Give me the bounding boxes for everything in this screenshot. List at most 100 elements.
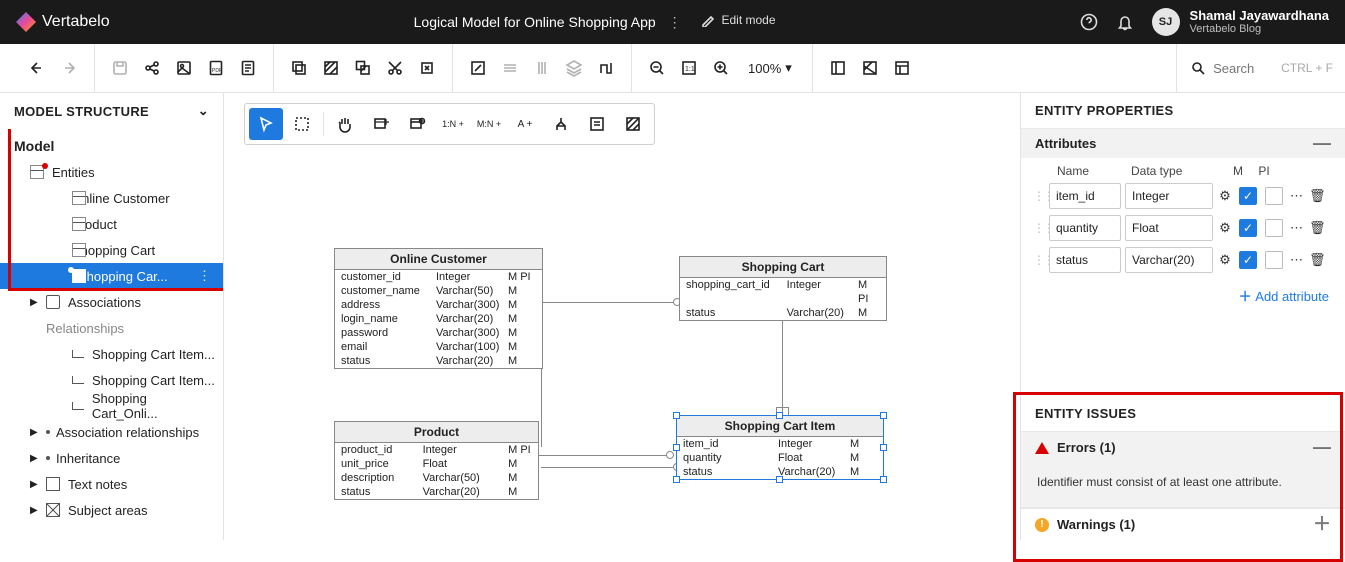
share-button[interactable] (141, 57, 163, 79)
drag-handle-icon[interactable]: ⋮⋮ (1033, 256, 1045, 264)
pi-checkbox[interactable] (1265, 187, 1283, 205)
gear-icon[interactable]: ⚙ (1217, 188, 1233, 204)
zoom-reset-button[interactable]: 1:1 (678, 57, 700, 79)
undo-button[interactable] (26, 57, 48, 79)
selection-handle[interactable] (880, 444, 887, 451)
zoom-out-button[interactable] (646, 57, 668, 79)
user-menu[interactable]: SJ Shamal Jayawardhana Vertabelo Blog (1152, 8, 1329, 37)
selection-handle[interactable] (673, 444, 680, 451)
align-h-button[interactable] (499, 57, 521, 79)
collapse-icon[interactable]: — (1313, 143, 1331, 145)
tree-subjectareas[interactable]: ▶ Subject areas (0, 497, 223, 523)
attributes-header[interactable]: Attributes — (1021, 129, 1345, 158)
selection-handle[interactable] (673, 412, 680, 419)
panel-left-button[interactable] (827, 57, 849, 79)
more-icon[interactable]: ⋯ (1289, 220, 1305, 236)
area-tool[interactable] (616, 108, 650, 140)
bell-icon[interactable] (1116, 13, 1134, 31)
pan-tool[interactable] (328, 108, 362, 140)
tree-assoc-rel[interactable]: ▶ Association relationships (0, 419, 223, 445)
tree-textnotes[interactable]: ▶ Text notes (0, 471, 223, 497)
search-box[interactable]: CTRL + F (1176, 44, 1333, 92)
hatch2-button[interactable] (352, 57, 374, 79)
tree-entity-shopping-cart-item[interactable]: Shopping Car... ⋮ (0, 263, 223, 289)
attr-name-input[interactable]: status (1049, 247, 1121, 273)
entity-shopping-cart[interactable]: Shopping Cart shopping_cart_idIntegerM P… (679, 256, 887, 321)
trash-icon[interactable]: 🗑 (1309, 220, 1325, 236)
help-icon[interactable] (1080, 13, 1098, 31)
mandatory-checkbox[interactable]: ✓ (1239, 251, 1257, 269)
tree-relationship[interactable]: Shopping Cart Item... (0, 367, 223, 393)
layers-button[interactable] (563, 57, 585, 79)
add-attribute[interactable]: ＋ Add attribute (1021, 276, 1345, 319)
zoom-in-button[interactable] (710, 57, 732, 79)
tree-associations[interactable]: ▶ Associations (0, 289, 223, 315)
tree-entity-online-customer[interactable]: Online Customer (0, 185, 223, 211)
hatch1-button[interactable] (320, 57, 342, 79)
gear-icon[interactable]: ⚙ (1217, 220, 1233, 236)
save-button[interactable] (109, 57, 131, 79)
image-export-button[interactable] (173, 57, 195, 79)
panel-right-button[interactable] (891, 57, 913, 79)
panel-mid-button[interactable] (859, 57, 881, 79)
attr-type-input[interactable]: Varchar(20) (1125, 247, 1213, 273)
pi-checkbox[interactable] (1265, 219, 1283, 237)
attr-name-input[interactable]: item_id (1049, 183, 1121, 209)
errors-row[interactable]: Errors (1) — (1021, 431, 1345, 463)
redo-button[interactable] (58, 57, 80, 79)
tree-relationships[interactable]: Relationships (0, 315, 223, 341)
add-entity-alt-tool[interactable] (400, 108, 434, 140)
tree-root[interactable]: Model (0, 133, 223, 159)
copy-button[interactable] (288, 57, 310, 79)
one-n-tool[interactable]: 1:N + (436, 108, 470, 140)
logo[interactable]: Vertabelo (16, 12, 110, 32)
zoom-value[interactable]: 100%▾ (742, 60, 798, 76)
sidebar-header[interactable]: MODEL STRUCTURE ⌄ (0, 93, 223, 129)
drag-handle-icon[interactable]: ⋮⋮ (1033, 192, 1045, 200)
collapse-icon[interactable]: — (1313, 447, 1331, 449)
item-menu-icon[interactable]: ⋮ (194, 268, 215, 284)
pdf-export-button[interactable]: PDF (205, 57, 227, 79)
attr-type-input[interactable]: Integer (1125, 183, 1213, 209)
tree-entities[interactable]: ▼ Entities (0, 159, 223, 185)
cut-button[interactable] (384, 57, 406, 79)
entity-shopping-cart-item[interactable]: Shopping Cart Item item_idIntegerMquanti… (676, 415, 884, 480)
trash-icon[interactable]: 🗑 (1309, 252, 1325, 268)
selection-handle[interactable] (673, 476, 680, 483)
canvas[interactable]: 1:N + M:N + A + Online Customer customer… (224, 93, 1020, 540)
delete-button[interactable] (416, 57, 438, 79)
entity-product[interactable]: Product product_idIntegerM PIunit_priceF… (334, 421, 539, 500)
trash-icon[interactable]: 🗑 (1309, 188, 1325, 204)
note-tool[interactable] (580, 108, 614, 140)
search-input[interactable] (1213, 61, 1273, 76)
mandatory-checkbox[interactable]: ✓ (1239, 219, 1257, 237)
fit-button[interactable] (467, 57, 489, 79)
warnings-row[interactable]: ! Warnings (1) ＋ (1021, 508, 1345, 540)
attr-name-input[interactable]: quantity (1049, 215, 1121, 241)
mandatory-checkbox[interactable]: ✓ (1239, 187, 1257, 205)
text-export-button[interactable] (237, 57, 259, 79)
m-n-tool[interactable]: M:N + (472, 108, 506, 140)
attr-type-input[interactable]: Float (1125, 215, 1213, 241)
more-icon[interactable]: ⋯ (1289, 252, 1305, 268)
add-entity-tool[interactable] (364, 108, 398, 140)
document-menu-icon[interactable]: ⋮ (660, 14, 690, 31)
marquee-tool[interactable] (285, 108, 319, 140)
route-button[interactable] (595, 57, 617, 79)
align-v-button[interactable] (531, 57, 553, 79)
selection-handle[interactable] (776, 476, 783, 483)
drag-handle-icon[interactable]: ⋮⋮ (1033, 224, 1045, 232)
selection-handle[interactable] (880, 412, 887, 419)
expand-icon[interactable]: ＋ (1313, 524, 1331, 526)
a-tool[interactable]: A + (508, 108, 542, 140)
edit-mode-indicator[interactable]: Edit mode (701, 13, 775, 27)
tree-relationship[interactable]: Shopping Cart Item... (0, 341, 223, 367)
entity-online-customer[interactable]: Online Customer customer_idIntegerM PIcu… (334, 248, 543, 369)
gear-icon[interactable]: ⚙ (1217, 252, 1233, 268)
tree-inheritance[interactable]: ▶ Inheritance (0, 445, 223, 471)
inherit-tool[interactable] (544, 108, 578, 140)
tree-relationship[interactable]: Shopping Cart_Onli... (0, 393, 223, 419)
tree-entity-shopping-cart[interactable]: Shopping Cart (0, 237, 223, 263)
select-tool[interactable] (249, 108, 283, 140)
selection-handle[interactable] (776, 412, 783, 419)
